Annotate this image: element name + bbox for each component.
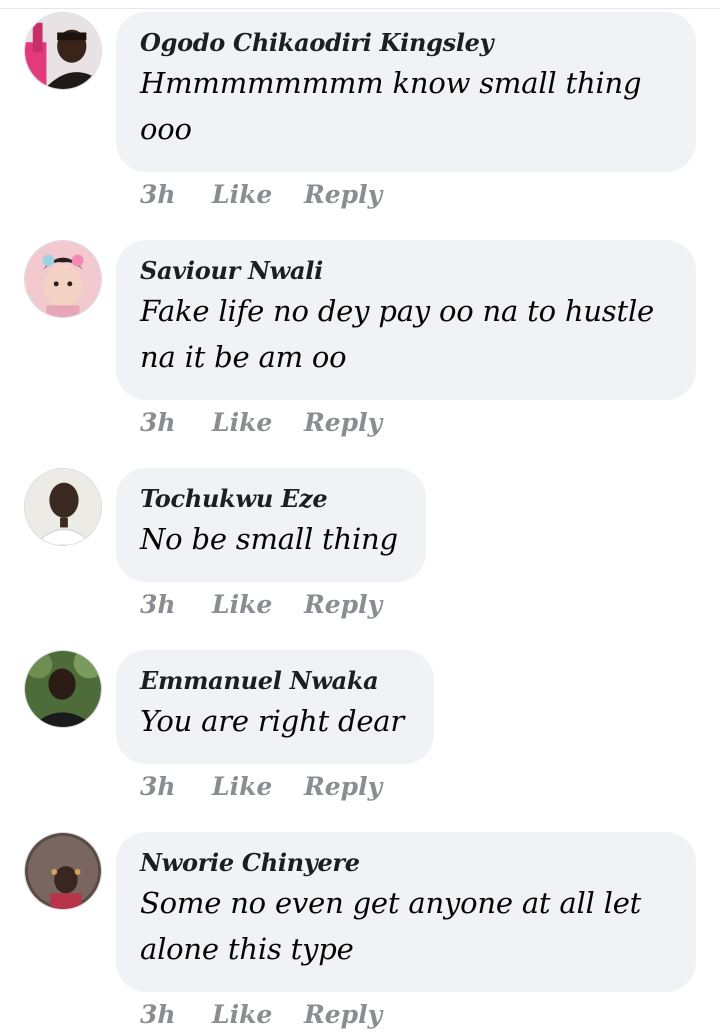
comment-time: 3h xyxy=(140,772,176,801)
avatar[interactable] xyxy=(24,832,102,910)
comment-text: No be small thing xyxy=(140,522,398,556)
comment-bubble: Saviour Nwali Fake life no dey pay oo na… xyxy=(116,240,696,400)
comment-author[interactable]: Ogodo Chikaodiri Kingsley xyxy=(140,26,672,60)
comment-author[interactable]: Emmanuel Nwaka xyxy=(140,664,410,698)
avatar[interactable] xyxy=(24,650,102,728)
comment-bubble: Ogodo Chikaodiri Kingsley Hmmmmmmmm know… xyxy=(116,12,696,172)
comment-text: Some no even get anyone at all let alone… xyxy=(140,886,642,966)
avatar[interactable] xyxy=(24,468,102,546)
reply-button[interactable]: Reply xyxy=(304,998,382,1032)
avatar-photo xyxy=(25,13,101,89)
comment-text: Fake life no dey pay oo na to hustle na … xyxy=(140,294,654,374)
like-button[interactable]: Like xyxy=(212,178,272,212)
comment-bubble: Emmanuel Nwaka You are right dear xyxy=(116,650,434,764)
reply-button[interactable]: Reply xyxy=(304,178,382,212)
avatar-photo xyxy=(25,241,101,317)
like-button[interactable]: Like xyxy=(212,406,272,440)
avatar-photo xyxy=(25,651,101,727)
like-button[interactable]: Like xyxy=(212,770,272,804)
comment-time: 3h xyxy=(140,180,176,209)
like-button[interactable]: Like xyxy=(212,588,272,622)
comment-text: You are right dear xyxy=(140,704,405,738)
comment-time: 3h xyxy=(140,408,176,437)
reply-button[interactable]: Reply xyxy=(304,406,382,440)
comment-bubble: Nworie Chinyere Some no even get anyone … xyxy=(116,832,696,992)
comment-author[interactable]: Saviour Nwali xyxy=(140,254,672,288)
avatar[interactable] xyxy=(24,240,102,318)
like-button[interactable]: Like xyxy=(212,998,272,1032)
reply-button[interactable]: Reply xyxy=(304,588,382,622)
avatar[interactable] xyxy=(24,12,102,90)
comment-bubble: Tochukwu Eze No be small thing xyxy=(116,468,426,582)
comment-author[interactable]: Tochukwu Eze xyxy=(140,482,402,516)
comment-author[interactable]: Nworie Chinyere xyxy=(140,846,672,880)
comment-time: 3h xyxy=(140,1000,176,1029)
comment-text: Hmmmmmmmm know small thing ooo xyxy=(140,66,642,146)
avatar-photo xyxy=(25,469,101,545)
top-divider xyxy=(0,0,720,9)
comment-time: 3h xyxy=(140,590,176,619)
reply-button[interactable]: Reply xyxy=(304,770,382,804)
avatar-photo xyxy=(25,833,101,909)
